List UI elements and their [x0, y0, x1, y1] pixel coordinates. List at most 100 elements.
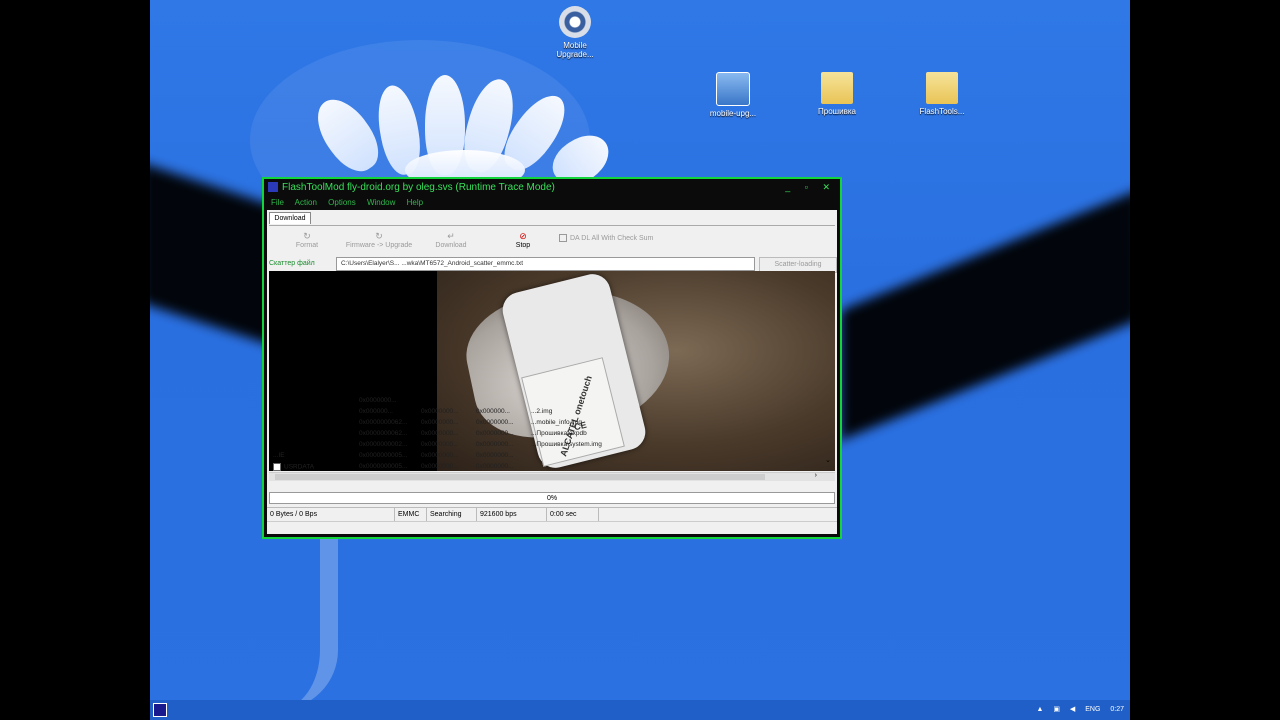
format-icon: ↻ — [303, 231, 311, 241]
status-baud: 921600 bps — [477, 508, 547, 522]
partition-extra: 0x0000000... — [476, 419, 514, 426]
desktop-icon-label: Mobile — [563, 41, 587, 50]
tab-download[interactable]: Download — [269, 212, 311, 224]
partition-location: ...2.img — [531, 408, 553, 415]
window-titlebar[interactable]: FlashToolMod fly-droid.org by oleg.svs (… — [264, 179, 840, 196]
progress-bar: 0% — [269, 492, 835, 504]
horizontal-scrollbar[interactable]: › — [269, 472, 835, 481]
partition-extra: 0x0000000... — [476, 430, 514, 437]
desktop-icon-label: Прошивка — [818, 107, 856, 116]
desktop-icon-flashtools-folder[interactable]: FlashTools... — [907, 72, 977, 116]
language-indicator[interactable]: ENG — [1085, 706, 1100, 713]
scroll-down-icon[interactable]: ⌄ — [825, 456, 831, 464]
table-row[interactable]: 0x000000... 0x0000000... 0x000000... ...… — [269, 406, 701, 417]
checkbox-box[interactable] — [559, 234, 567, 242]
partition-extra: 0x0000000... — [476, 452, 514, 459]
installer-icon — [716, 72, 750, 106]
scatter-path-field[interactable]: C:\Users\Elalyer\Ѕ... ...wka\MT6572_Andr… — [336, 257, 755, 271]
app-icon — [268, 182, 278, 192]
firmware-upgrade-label: Firmware -> Upgrade — [345, 242, 413, 249]
partition-name-cell: USRDATA — [269, 461, 359, 471]
partition-end: 0x0000000... — [421, 463, 459, 470]
download-button[interactable]: ↵ Download — [429, 231, 473, 249]
desktop-icon-mobile-upgrade-installer[interactable]: mobile-upg... — [698, 72, 768, 118]
table-row[interactable]: 0x0000000... — [269, 395, 701, 406]
network-icon[interactable]: ▣ — [1053, 706, 1060, 713]
table-row[interactable]: USRDATA 0x0000000005... 0x0000000... 0x0… — [269, 461, 701, 471]
desktop-icon-firmware-folder[interactable]: Прошивка — [802, 72, 872, 116]
partition-list: ALCATEL onetouch CE 0x0000000... 0x00000… — [269, 271, 835, 471]
scroll-right-icon[interactable]: › — [815, 472, 817, 479]
stop-label: Stop — [515, 242, 531, 249]
partition-location — [531, 461, 701, 471]
format-button[interactable]: ↻ Format — [289, 231, 325, 249]
status-bytes: 0 Bytes / 0 Bps — [267, 508, 395, 522]
start-icon[interactable] — [153, 703, 167, 717]
partition-end: 0x0000000... — [421, 408, 459, 415]
table-row[interactable]: ...IE 0x0000000005... 0x0000000... 0x000… — [269, 450, 701, 461]
partition-begin: 0x0000000062... — [359, 430, 408, 437]
partition-name — [269, 395, 359, 406]
scatter-label: Скаттер файл — [269, 260, 315, 267]
status-state: Searching — [427, 508, 477, 522]
partition-begin: 0x0000000002... — [359, 441, 408, 448]
status-storage: EMMC — [395, 508, 427, 522]
partition-end — [421, 395, 476, 406]
checksum-checkbox[interactable]: DA DL All With Check Sum — [559, 234, 653, 242]
menu-help[interactable]: Help — [407, 198, 423, 207]
partition-extra — [476, 395, 531, 406]
desktop: Mobile Upgrade... mobile-upg... Прошивка… — [150, 0, 1130, 720]
menu-options[interactable]: Options — [328, 198, 356, 207]
table-row[interactable]: 0x0000000002... 0x0000000... 0x0000000..… — [269, 439, 701, 450]
volume-icon[interactable]: ◀ — [1070, 706, 1075, 713]
firmware-upgrade-button[interactable]: ↻ Firmware -> Upgrade — [339, 231, 419, 249]
window-body: Download ↻ Format ↻ Firmware -> Upgrade … — [267, 210, 837, 534]
partition-name — [269, 439, 359, 450]
partition-location: ...Прошивка\system.img — [531, 441, 602, 448]
menu-bar: File Action Options Window Help — [264, 196, 840, 210]
menu-file[interactable]: File — [271, 198, 284, 207]
gear-icon — [559, 6, 591, 38]
partition-end: 0x0000000... — [421, 452, 459, 459]
status-bar-secondary — [267, 521, 837, 535]
table-row[interactable]: 0x0000000062... 0x0000000... 0x0000000..… — [269, 428, 701, 439]
download-icon: ↵ — [447, 231, 455, 241]
partition-begin: 0x000000... — [359, 408, 393, 415]
desktop-icon-mobile-upgrade[interactable]: Mobile Upgrade... — [540, 6, 610, 59]
partition-end: 0x0000000... — [421, 419, 459, 426]
partition-table: 0x0000000... 0x000000... 0x0000000... 0x… — [269, 395, 701, 471]
desktop-icon-label: mobile-upg... — [709, 109, 757, 118]
status-bar: 0 Bytes / 0 Bps EMMC Searching 921600 bp… — [267, 507, 837, 522]
partition-name — [269, 406, 359, 417]
partition-name: ...IE — [273, 452, 285, 459]
partition-begin: 0x0000000005... — [359, 463, 408, 470]
status-time: 0:00 sec — [547, 508, 599, 522]
partition-location — [531, 450, 701, 461]
taskbar: ▲ ▣ ◀ ENG 0:27 — [150, 700, 1130, 720]
menu-action[interactable]: Action — [295, 198, 317, 207]
partition-checkbox[interactable] — [273, 462, 281, 471]
stop-button[interactable]: ⊘ Stop — [507, 231, 539, 249]
scrollbar-thumb[interactable] — [275, 474, 765, 480]
partition-extra: 0x0000000... — [476, 463, 514, 470]
partition-name — [269, 417, 359, 428]
overlay-band — [840, 189, 1130, 441]
upgrade-icon: ↻ — [375, 231, 383, 241]
partition-name: USRDATA — [284, 463, 315, 471]
partition-end: 0x0000000... — [421, 441, 459, 448]
format-label: Format — [295, 242, 319, 249]
partition-begin: 0x0000000005... — [359, 452, 408, 459]
clock[interactable]: 0:27 — [1110, 706, 1124, 713]
tray-arrow-icon[interactable]: ▲ — [1036, 706, 1043, 713]
checksum-label: DA DL All With Check Sum — [570, 234, 654, 242]
partition-end: 0x0000000... — [421, 430, 459, 437]
partition-begin: 0x0000000... — [359, 397, 397, 404]
desktop-icon-label: FlashTools... — [919, 107, 965, 116]
partition-location: ...Прошивка\expdb — [531, 430, 587, 437]
download-panel: ↻ Format ↻ Firmware -> Upgrade ↵ Downloa… — [269, 225, 837, 490]
table-row[interactable]: 0x0000000062... 0x0000000... 0x0000000..… — [269, 417, 701, 428]
menu-window[interactable]: Window — [367, 198, 395, 207]
window-title: FlashToolMod fly-droid.org by oleg.svs (… — [282, 182, 555, 193]
flashtool-window[interactable]: FlashToolMod fly-droid.org by oleg.svs (… — [262, 177, 842, 539]
window-controls[interactable]: _ ▫ ✕ — [785, 179, 836, 196]
